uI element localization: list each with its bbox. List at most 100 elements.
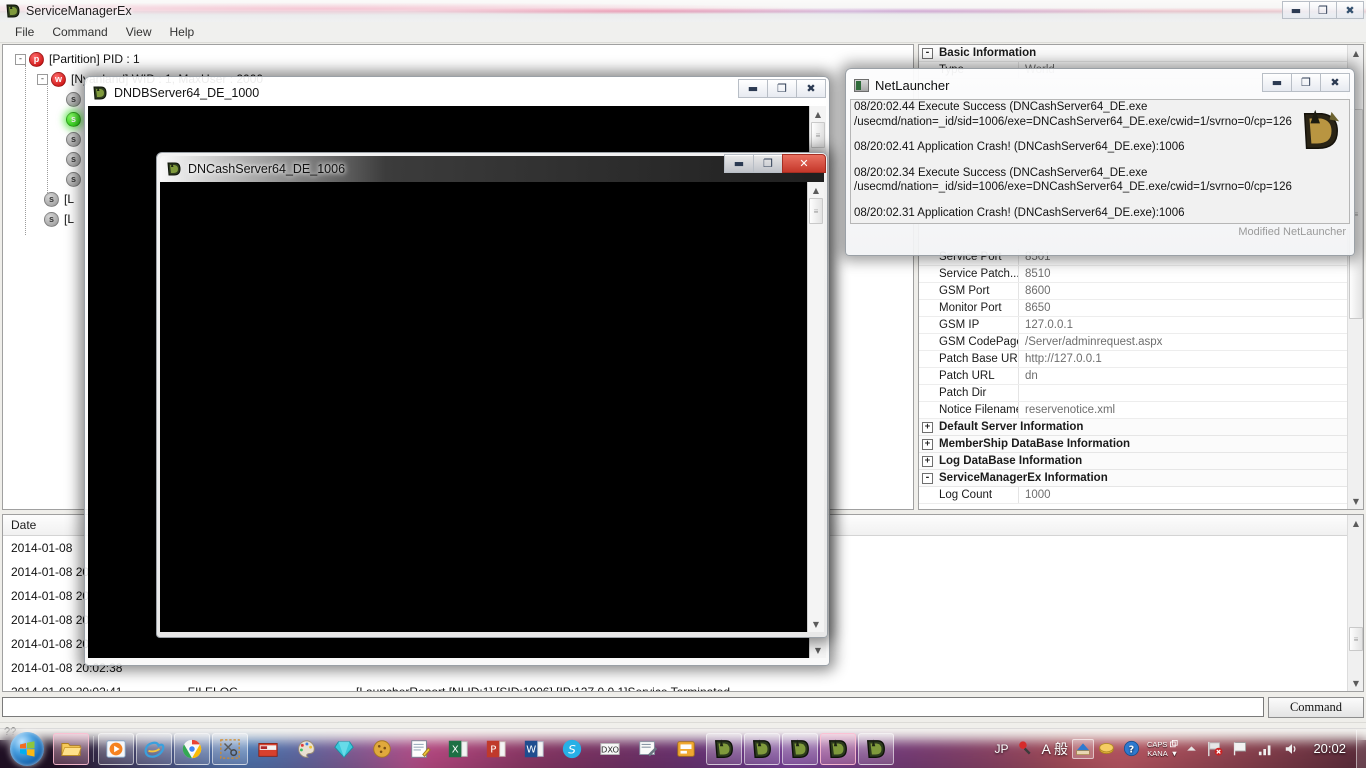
prop-value[interactable]: dn bbox=[1019, 370, 1348, 382]
taskbar-item-google-chrome[interactable] bbox=[174, 732, 210, 765]
taskbar-item-cookie[interactable] bbox=[364, 733, 400, 765]
scroll-up-arrow[interactable]: ▲ bbox=[1348, 45, 1363, 61]
prop-value[interactable]: 1000 bbox=[1019, 489, 1348, 501]
collapse-icon[interactable]: - bbox=[922, 472, 933, 484]
scroll-down-arrow[interactable]: ▼ bbox=[810, 642, 826, 658]
taskbar-item-notepad[interactable] bbox=[402, 733, 438, 765]
taskbar-item-skype[interactable]: S bbox=[554, 733, 590, 765]
taskbar-item-dxo[interactable]: DXO bbox=[592, 733, 628, 765]
scroll-down-arrow[interactable]: ▼ bbox=[1348, 493, 1363, 509]
taskbar-item-snipping-tool[interactable] bbox=[212, 732, 248, 765]
tray-ime-dictionary-icon[interactable] bbox=[1072, 738, 1095, 759]
tray-help-icon[interactable]: ? bbox=[1119, 740, 1144, 757]
taskbar-item-gem[interactable] bbox=[326, 733, 362, 765]
taskbar-item-internet-explorer[interactable] bbox=[136, 732, 172, 765]
tray-ime-mode[interactable]: A 般 bbox=[1038, 739, 1072, 759]
prop-value[interactable]: 127.0.0.1 bbox=[1019, 319, 1348, 331]
console-titlebar[interactable]: DNCashServer64_DE_1006 ▬ ❐ ✕ bbox=[160, 154, 826, 182]
tray-volume-signal-icon[interactable] bbox=[1253, 741, 1279, 757]
menu-item-file[interactable]: File bbox=[6, 23, 43, 41]
prop-category-default-server-information[interactable]: + Default Server Information bbox=[919, 419, 1348, 436]
prop-row-gsm-ip[interactable]: GSM IP 127.0.0.1 bbox=[919, 317, 1348, 334]
console-titlebar[interactable]: DNDBServer64_DE_1000 ▬ ❐ ✖ bbox=[88, 79, 826, 106]
taskbar-item-servicemanager[interactable] bbox=[668, 733, 704, 765]
tray-clock[interactable]: 20:02 bbox=[1305, 742, 1354, 756]
netlauncher-window[interactable]: NetLauncher ▬ ❐ ✖ 08/20:02.44 Execute Su… bbox=[845, 68, 1355, 256]
taskbar-item-dn-window-5[interactable] bbox=[858, 732, 894, 765]
taskbar-item-dn-window-1[interactable] bbox=[706, 732, 742, 765]
prop-value[interactable]: /Server/adminrequest.aspx bbox=[1019, 336, 1348, 348]
close-button[interactable]: ✖ bbox=[1320, 73, 1350, 92]
menu-item-view[interactable]: View bbox=[117, 23, 161, 41]
prop-value[interactable]: 8510 bbox=[1019, 268, 1348, 280]
scroll-down-arrow[interactable]: ▼ bbox=[808, 616, 824, 632]
prop-value[interactable]: 8650 bbox=[1019, 302, 1348, 314]
scroll-thumb[interactable]: ≡ bbox=[811, 122, 825, 148]
scroll-thumb[interactable]: ≡ bbox=[809, 198, 823, 224]
expander-icon[interactable]: - bbox=[15, 53, 26, 65]
tray-ime-pad-icon[interactable] bbox=[1094, 740, 1119, 757]
prop-value[interactable]: http://127.0.0.1 bbox=[1019, 353, 1348, 365]
netlauncher-titlebar[interactable]: NetLauncher ▬ ❐ ✖ bbox=[850, 73, 1350, 97]
taskbar-item-word[interactable]: W bbox=[516, 733, 552, 765]
close-button[interactable]: ✖ bbox=[796, 79, 826, 98]
menu-item-command[interactable]: Command bbox=[43, 23, 116, 41]
taskbar-item-windows-explorer[interactable] bbox=[53, 732, 89, 765]
tray-ime-language[interactable]: JP bbox=[991, 742, 1013, 756]
taskbar-item-palette[interactable] bbox=[288, 733, 324, 765]
taskbar-item-dn-window-2[interactable] bbox=[744, 732, 780, 765]
tray-volume-icon[interactable] bbox=[1279, 741, 1305, 757]
log-scrollbar[interactable]: ▲ ≡ ▼ bbox=[1347, 515, 1363, 691]
prop-category-servicemanagerex-information[interactable]: - ServiceManagerEx Information bbox=[919, 470, 1348, 487]
tray-caps-kana-indicator[interactable]: CAPS KANA ▼ bbox=[1144, 740, 1181, 758]
taskbar-item-editor[interactable] bbox=[630, 733, 666, 765]
prop-row-patch-url[interactable]: Patch URL dn bbox=[919, 368, 1348, 385]
minimize-button[interactable]: ▬ bbox=[1262, 73, 1292, 92]
tray-show-hidden-icons-button[interactable] bbox=[1181, 742, 1202, 755]
start-button[interactable] bbox=[2, 730, 52, 768]
prop-category-membership-database-information[interactable]: + MemberShip DataBase Information bbox=[919, 436, 1348, 453]
expand-icon[interactable]: + bbox=[922, 455, 933, 467]
prop-row-gsm-port[interactable]: GSM Port 8600 bbox=[919, 283, 1348, 300]
netlauncher-log-area[interactable]: 08/20:02.44 Execute Success (DNCashServe… bbox=[850, 99, 1350, 224]
app-titlebar[interactable]: ServiceManagerEx ▬ ❐ ✖ bbox=[0, 0, 1366, 22]
prop-row-monitor-port[interactable]: Monitor Port 8650 bbox=[919, 300, 1348, 317]
minimize-button[interactable]: ▬ bbox=[738, 79, 768, 98]
command-button[interactable]: Command bbox=[1268, 696, 1364, 718]
taskbar-item-dn-window-4[interactable] bbox=[820, 732, 856, 765]
taskbar-item-powerpoint[interactable]: P bbox=[478, 733, 514, 765]
prop-row-log-count[interactable]: Log Count 1000 bbox=[919, 487, 1348, 504]
restore-button[interactable]: ❐ bbox=[753, 154, 783, 173]
prop-row-patch-dir[interactable]: Patch Dir bbox=[919, 385, 1348, 402]
minimize-button[interactable]: ▬ bbox=[724, 154, 754, 173]
close-button[interactable]: ✕ bbox=[782, 154, 826, 173]
close-button[interactable]: ✖ bbox=[1336, 1, 1364, 19]
expand-icon[interactable]: + bbox=[922, 438, 933, 450]
collapse-icon[interactable]: - bbox=[922, 47, 933, 59]
show-desktop-button[interactable] bbox=[1356, 729, 1366, 768]
prop-value[interactable]: 8600 bbox=[1019, 285, 1348, 297]
expand-icon[interactable]: + bbox=[922, 421, 933, 433]
taskbar-item-dn-window-3[interactable] bbox=[782, 732, 818, 765]
log-row[interactable]: 2014-01-08 20:02:41 _FILELOG [LauncherRe… bbox=[3, 680, 1363, 691]
scroll-down-arrow[interactable]: ▼ bbox=[1348, 675, 1363, 691]
taskbar-item-toolbox[interactable] bbox=[250, 733, 286, 765]
tray-network-icon[interactable] bbox=[1202, 741, 1228, 757]
taskbar-item-media-player[interactable] bbox=[98, 732, 134, 765]
restore-button[interactable]: ❐ bbox=[1291, 73, 1321, 92]
prop-value[interactable]: reservenotice.xml bbox=[1019, 404, 1348, 416]
scroll-up-arrow[interactable]: ▲ bbox=[810, 106, 826, 122]
console-scrollbar[interactable]: ▲ ≡ ▼ bbox=[807, 182, 824, 632]
tray-action-center-icon[interactable] bbox=[1228, 740, 1253, 757]
prop-row-notice-filename[interactable]: Notice Filename reservenotice.xml bbox=[919, 402, 1348, 419]
prop-row-gsm-codepage[interactable]: GSM CodePage /Server/adminrequest.aspx bbox=[919, 334, 1348, 351]
taskbar-item-excel[interactable]: X bbox=[440, 733, 476, 765]
chevron-down-icon[interactable]: ▼ bbox=[1171, 749, 1178, 758]
scroll-up-arrow[interactable]: ▲ bbox=[1348, 515, 1363, 531]
menu-item-help[interactable]: Help bbox=[161, 23, 204, 41]
tray-ime-pen-icon[interactable] bbox=[1013, 740, 1038, 757]
restore-button[interactable]: ❐ bbox=[1309, 1, 1337, 19]
scroll-thumb[interactable]: ≡ bbox=[1349, 627, 1363, 651]
console-window-dncashserver[interactable]: DNCashServer64_DE_1006 ▬ ❐ ✕ ▲ ≡ ▼ bbox=[156, 152, 828, 638]
tree-node-partition[interactable]: - p [Partition] PID : 1 bbox=[9, 49, 913, 69]
